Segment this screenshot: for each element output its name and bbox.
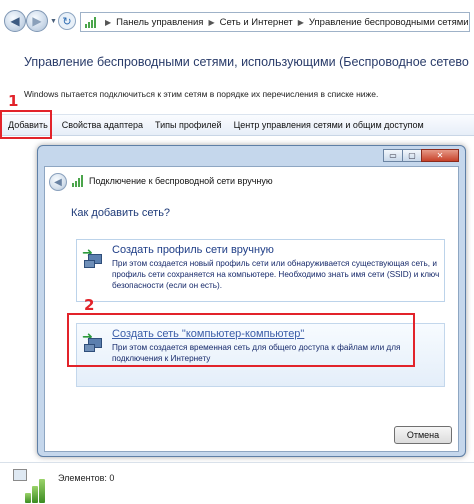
annotation-marker-2: 2 [84,296,95,314]
command-toolbar: Добавить Свойства адаптера Типы профилей… [0,114,474,136]
close-button[interactable]: ✕ [421,149,459,162]
option-title: Создать профиль сети вручную [112,244,274,256]
navigation-bar: ◀ ▶ ▼ ↻ ▶ Панель управления ▶ Сеть и Инт… [0,6,474,38]
breadcrumb-item-wireless-networks[interactable]: Управление беспроводными сетями [309,17,469,28]
page-title: Управление беспроводными сетями, использ… [24,55,469,69]
window-buttons: ▭ ▢ ✕ [383,149,459,162]
maximize-button[interactable]: ▢ [402,149,422,162]
option-description: При этом создается новый профиль сети ил… [112,259,440,290]
breadcrumb-separator-icon: ▶ [105,17,112,27]
breadcrumb-separator-icon: ▶ [297,17,304,27]
annotation-marker-1: 1 [8,92,19,110]
dialog-titlebar: ▭ ▢ ✕ [38,146,465,166]
history-dropdown-icon[interactable]: ▼ [50,18,57,25]
breadcrumb-item-control-panel[interactable]: Панель управления [116,17,203,28]
network-sharing-center-button[interactable]: Центр управления сетями и общим доступом [228,115,430,135]
back-arrow-icon[interactable]: ◀ [49,173,67,191]
annotation-box-add [0,110,52,139]
manual-connect-dialog: ▭ ▢ ✕ ◀ Подключение к беспроводной сети … [37,145,466,457]
annotation-box-adhoc [67,313,415,367]
status-bar: Элементов: 0 [0,462,474,504]
wireless-network-icon [13,469,49,503]
dialog-body: ◀ Подключение к беспроводной сети вручну… [44,166,459,452]
wireless-signal-icon [85,16,96,28]
dialog-question: Как добавить сеть? [71,207,171,219]
dialog-header: Подключение к беспроводной сети вручную [89,176,273,186]
network-profile-icon: ➜ [82,246,104,270]
page-description: Windows пытается подключиться к этим сет… [24,89,379,99]
adapter-properties-button[interactable]: Свойства адаптера [56,115,149,135]
minimize-button[interactable]: ▭ [383,149,403,162]
profile-types-button[interactable]: Типы профилей [149,115,228,135]
items-count: Элементов: 0 [58,473,115,483]
breadcrumb-item-network-internet[interactable]: Сеть и Интернет [220,17,293,28]
wireless-signal-icon [72,175,84,187]
forward-arrow-icon[interactable]: ▶ [26,10,48,32]
refresh-icon[interactable]: ↻ [58,12,76,30]
cancel-button[interactable]: Отмена [394,426,452,444]
option-manual-profile[interactable]: ➜ Создать профиль сети вручную При этом … [76,239,445,302]
back-arrow-icon[interactable]: ◀ [4,10,26,32]
breadcrumb[interactable]: ▶ Панель управления ▶ Сеть и Интернет ▶ … [80,12,470,32]
breadcrumb-separator-icon: ▶ [208,17,215,27]
